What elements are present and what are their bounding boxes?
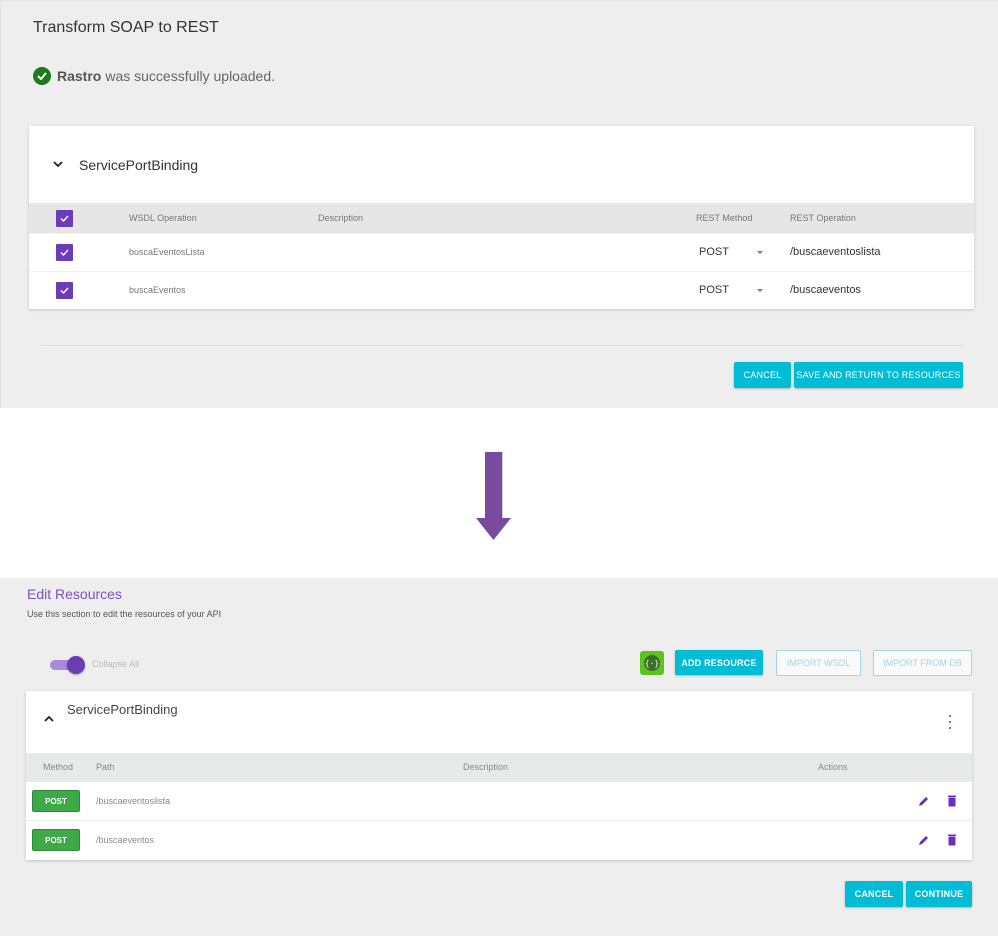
chevron-down-icon[interactable] [51, 158, 65, 172]
row-checkbox[interactable] [56, 243, 73, 261]
more-vert-icon[interactable] [944, 715, 956, 729]
rest-method-select[interactable]: POST [699, 234, 763, 270]
col-description: Description [463, 762, 509, 772]
col-method: Method [43, 762, 74, 772]
collapse-all-label: Collapse All [92, 659, 140, 669]
row-checkbox[interactable] [56, 281, 73, 299]
edit-icon[interactable] [917, 833, 931, 847]
rest-method-select[interactable]: POST [699, 272, 763, 308]
table-row: buscaEventosLista POST /buscaeventoslist… [29, 233, 974, 270]
edit-icon[interactable] [917, 794, 931, 808]
caret-down-icon [756, 288, 763, 292]
resource-header: ServicePortBinding [26, 691, 972, 753]
rest-operation: /buscaeventos [790, 284, 861, 296]
edit-resources-panel: Edit Resources Use this section to edit … [0, 578, 998, 936]
col-rest-method: REST Method [696, 213, 753, 223]
binding-card: ServicePortBinding WSDL Operation Descri… [29, 126, 974, 309]
wsdl-operation: buscaEventos [129, 285, 186, 295]
swagger-icon: {·} [644, 655, 660, 671]
rest-operation: /buscaeventoslista [790, 246, 881, 258]
check-circle-icon [33, 67, 51, 85]
add-resource-button[interactable]: ADD RESOURCE [675, 650, 763, 675]
col-wsdl-operation: WSDL Operation [129, 213, 197, 223]
import-wsdl-button[interactable]: IMPORT WSDL [776, 650, 861, 676]
swagger-button[interactable]: {·} [640, 651, 664, 675]
binding-header[interactable]: ServicePortBinding [29, 126, 974, 203]
uploaded-file-name: Rastro [57, 68, 102, 84]
resource-table-header: Method Path Description Actions [26, 753, 972, 781]
arrow-down-icon [476, 452, 511, 540]
resource-title: ServicePortBinding [67, 702, 178, 717]
caret-down-icon [756, 250, 763, 254]
save-and-return-button[interactable]: SAVE AND RETURN TO RESOURCES [794, 362, 963, 388]
transform-soap-panel: Transform SOAP to REST Rastro was succes… [0, 0, 998, 408]
delete-icon[interactable] [945, 833, 959, 847]
col-path: Path [96, 762, 115, 772]
table-row: buscaEventos POST /buscaeventos [29, 271, 974, 308]
section-subtitle: Use this section to edit the resources o… [27, 609, 222, 619]
divider [41, 345, 963, 346]
col-rest-operation: REST Operation [790, 213, 856, 223]
table-header: WSDL Operation Description REST Method R… [29, 203, 974, 233]
continue-button[interactable]: CONTINUE [906, 881, 972, 907]
toggle-knob[interactable] [67, 656, 85, 674]
method-badge: POST [32, 790, 80, 812]
cancel-button[interactable]: CANCEL [845, 881, 903, 907]
resource-row: POST /buscaeventos [26, 820, 972, 859]
section-title: Edit Resources [27, 586, 122, 602]
method-badge: POST [32, 829, 80, 851]
binding-title: ServicePortBinding [79, 156, 199, 173]
col-description: Description [318, 213, 364, 223]
resource-row: POST /buscaeventoslista [26, 781, 972, 820]
page-title: Transform SOAP to REST [33, 19, 219, 36]
resource-path: /buscaeventos [96, 835, 155, 845]
col-actions: Actions [818, 762, 848, 772]
resource-path: /buscaeventoslista [96, 796, 171, 806]
resource-card: ServicePortBinding Method Path Descripti… [26, 691, 972, 860]
cancel-button[interactable]: CANCEL [734, 362, 791, 388]
success-message: Rastro was successfully uploaded. [33, 67, 275, 85]
select-all-checkbox[interactable] [56, 209, 73, 227]
delete-icon[interactable] [945, 794, 959, 808]
wsdl-operation: buscaEventosLista [129, 247, 205, 257]
import-from-db-button[interactable]: IMPORT FROM DB [873, 650, 972, 676]
collapse-all-toggle[interactable] [50, 656, 86, 674]
success-text: was successfully uploaded. [105, 68, 276, 84]
chevron-up-icon[interactable] [42, 711, 56, 725]
